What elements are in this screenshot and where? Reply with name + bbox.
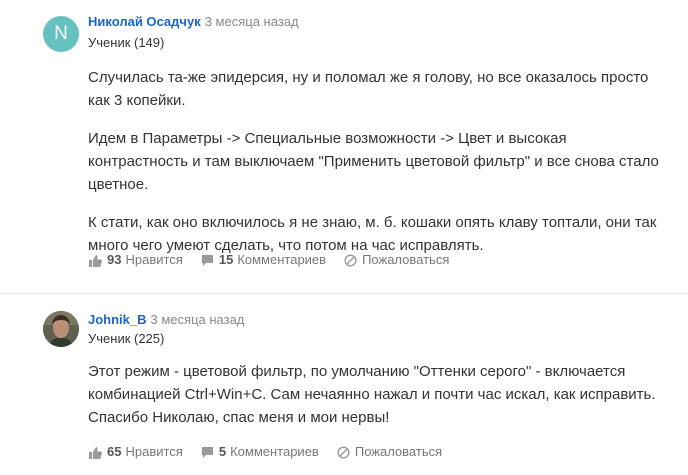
like-button[interactable]: 93 Нравится (88, 252, 183, 268)
comments-button[interactable]: 5 Комментариев (201, 444, 319, 460)
comment-paragraph: Случилась та-же эпидерсия, ну и поломал … (88, 69, 649, 109)
prohibited-icon (337, 445, 350, 459)
post-time: 3 месяца назад (204, 14, 299, 29)
speech-bubble-icon (201, 254, 213, 266)
like-count: 93 (107, 252, 122, 267)
comment-divider (0, 293, 688, 294)
comment-1: N Николай Осадчук 3 месяца назад Ученик (… (0, 0, 688, 293)
author-line: Николай Осадчук 3 месяца назад (88, 14, 299, 30)
comment-paragraph: Этот режим - цветовой фильтр, по умолчан… (88, 363, 656, 426)
like-count: 65 (107, 444, 122, 459)
comment-body: Этот режим - цветовой фильтр, по умолчан… (88, 360, 668, 429)
thumbs-up-icon (89, 254, 102, 267)
report-button[interactable]: Пожаловаться (337, 444, 442, 460)
comments-label: Комментариев (230, 444, 319, 459)
comments-count: 5 (218, 444, 227, 459)
author-line: Johnik_B 3 месяца назад (88, 312, 244, 328)
comments-button[interactable]: 15 Комментариев (201, 252, 326, 268)
comments-count: 15 (218, 252, 234, 267)
avatar[interactable]: N (43, 16, 79, 52)
prohibited-icon (344, 253, 357, 267)
author-name[interactable]: Николай Осадчук (88, 14, 201, 29)
post-time: 3 месяца назад (150, 312, 245, 327)
like-label: Нравится (125, 252, 183, 267)
comment-body: Случилась та-же эпидерсия, ну и поломал … (88, 66, 668, 257)
like-button[interactable]: 65 Нравится (88, 444, 183, 460)
comment-paragraph: Идем в Параметры -> Специальные возможно… (88, 130, 659, 193)
thumbs-up-icon (89, 446, 102, 459)
user-rank: Ученик (225) (88, 331, 165, 346)
report-label: Пожаловаться (354, 444, 443, 459)
user-rank: Ученик (149) (88, 35, 165, 50)
comments-label: Комментариев (237, 252, 327, 267)
report-label: Пожаловаться (362, 252, 450, 267)
speech-bubble-icon (201, 446, 213, 458)
report-button[interactable]: Пожаловаться (344, 252, 449, 268)
comment-actions: 65 Нравится 5 Комментариев Пожаловаться (88, 444, 460, 460)
avatar[interactable] (43, 311, 79, 347)
comment-paragraph: К стати, как оно включилось я не знаю, м… (88, 214, 657, 254)
user-photo-icon (43, 311, 79, 347)
author-name[interactable]: Johnik_B (88, 312, 147, 327)
comment-actions: 93 Нравится 15 Комментариев Пожаловаться (88, 252, 467, 268)
like-label: Нравится (125, 444, 183, 459)
